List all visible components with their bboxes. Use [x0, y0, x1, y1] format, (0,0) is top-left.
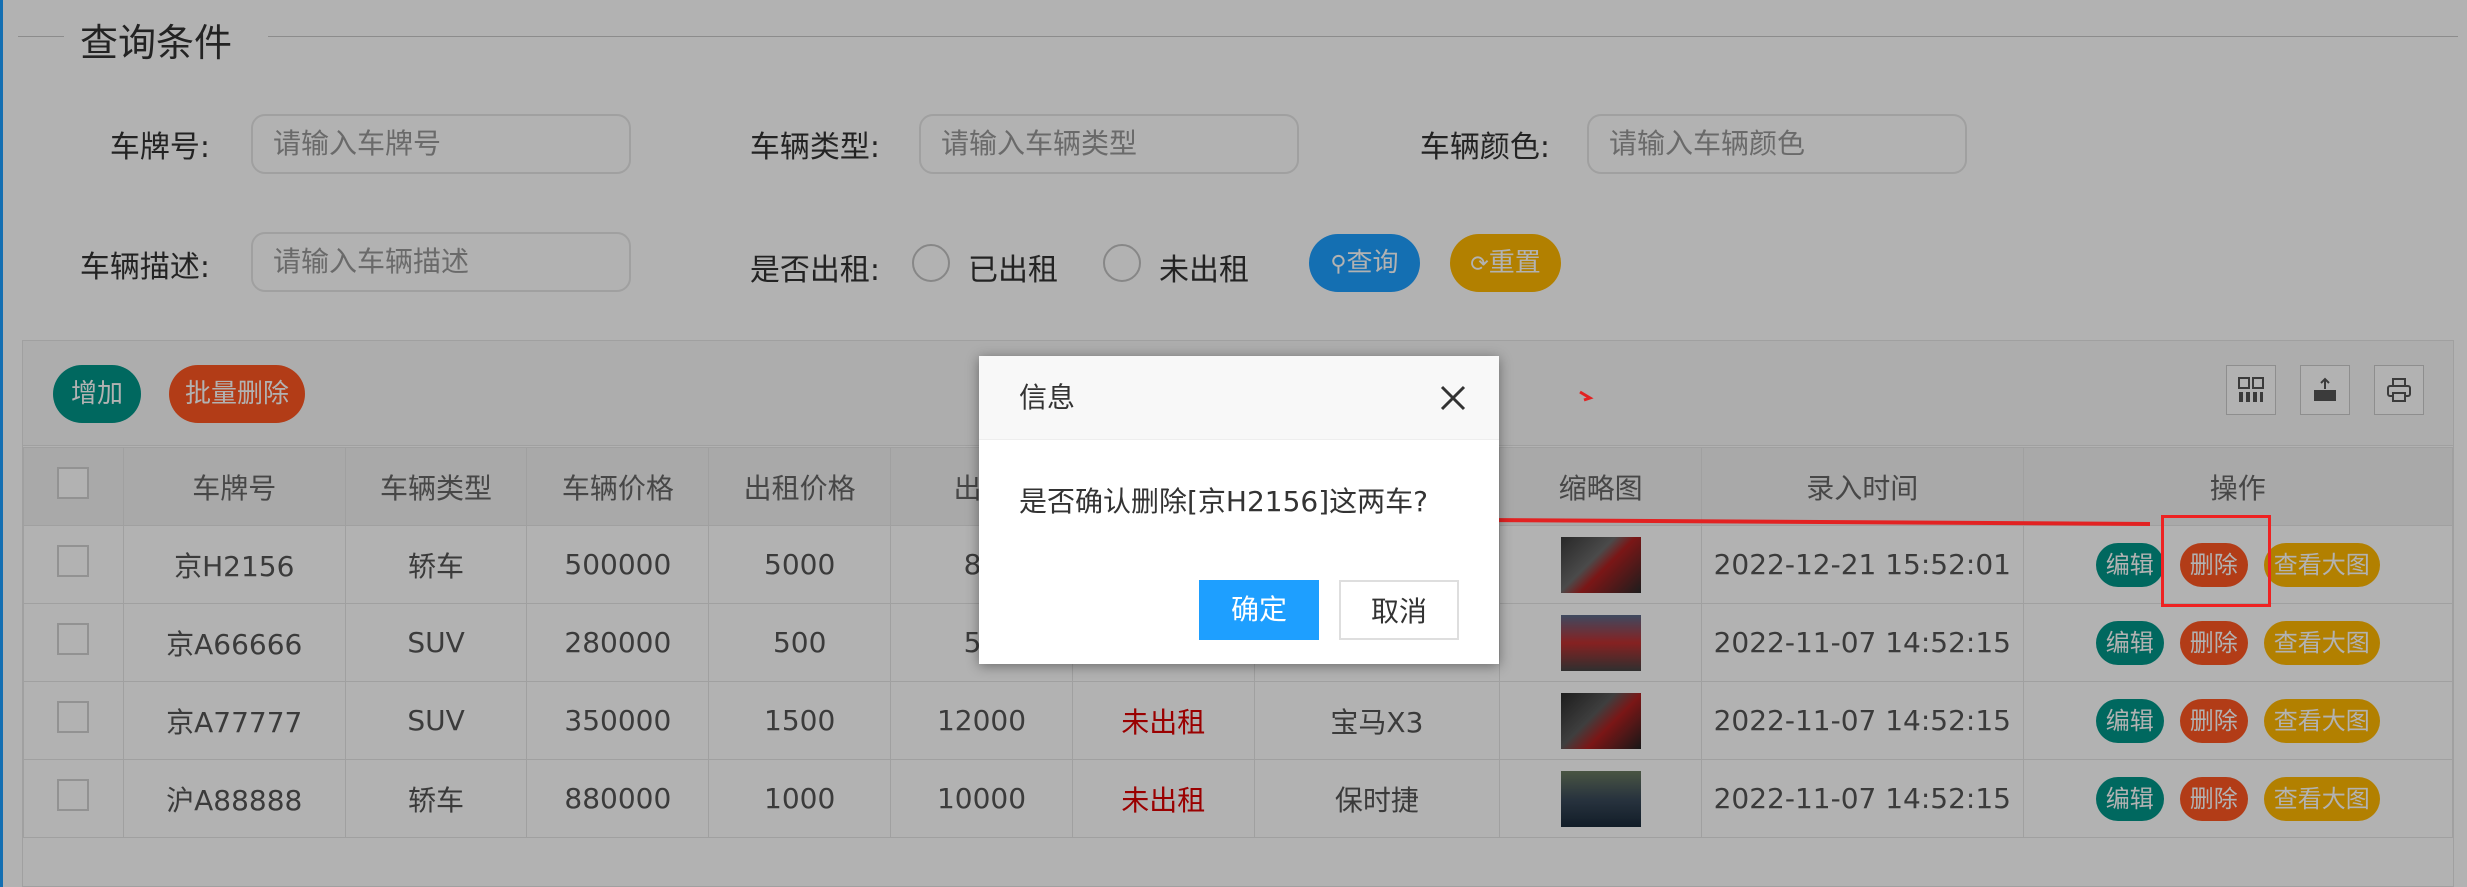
confirm-dialog: 信息 是否确认删除[京H2156]这两车? 确定 取消	[979, 356, 1499, 664]
dialog-header: 信息	[979, 356, 1499, 440]
annotation-highlight-box	[2161, 515, 2271, 607]
dialog-title: 信息	[1019, 381, 1076, 414]
dialog-message: 是否确认删除[京H2156]这两车?	[1019, 485, 1429, 518]
close-icon[interactable]	[1437, 382, 1469, 414]
confirm-button[interactable]: 确定	[1199, 580, 1319, 640]
cancel-button[interactable]: 取消	[1339, 580, 1459, 640]
